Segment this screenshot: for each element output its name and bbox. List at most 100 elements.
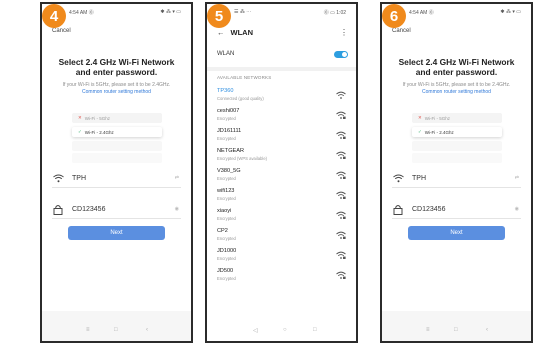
wifi-signal-icon <box>336 211 346 219</box>
wlan-toggle[interactable] <box>334 50 348 58</box>
network-name: JD161111 <box>217 128 242 134</box>
back-icon[interactable]: ‹ <box>486 327 488 333</box>
wifi-name-value: TPH <box>412 174 426 182</box>
check-icon: ✓ <box>78 129 82 134</box>
switch-network-icon[interactable]: ⇄ <box>515 175 519 181</box>
back-icon[interactable]: ‹ <box>146 327 148 333</box>
network-item[interactable]: JD500 Encrypted <box>217 266 348 286</box>
illus-row-5ghz: ✕ Wi-Fi - 5Ghz <box>412 113 502 123</box>
illus-row-24ghz: ✓ Wi-Fi - 2.4Ghz <box>412 127 502 137</box>
router-setting-link[interactable]: Common router setting method <box>82 89 151 95</box>
network-name: NETGEAR <box>217 148 245 154</box>
network-status: Encrypted <box>217 256 236 261</box>
step-badge-4: 4 <box>42 4 66 28</box>
more-options-icon[interactable]: ⋮ <box>340 28 348 37</box>
back-arrow-icon[interactable]: ← <box>217 28 225 37</box>
router-setting-link[interactable]: Common router setting method <box>422 89 491 95</box>
recents-icon[interactable]: □ <box>313 327 317 333</box>
x-icon: ✕ <box>418 115 422 120</box>
wifi-signal-icon <box>336 151 346 159</box>
wifi-icon <box>52 172 64 184</box>
illus-row-placeholder <box>412 153 502 163</box>
wlan-toggle-label: WLAN <box>217 51 235 57</box>
network-item[interactable]: V380_5G Encrypted <box>217 166 348 186</box>
illus-row-24ghz: ✓ Wi-Fi - 2.4Ghz <box>72 127 162 137</box>
home-icon[interactable]: □ <box>114 327 118 333</box>
network-name: ceshi007 <box>217 108 240 114</box>
lock-icon <box>52 203 64 215</box>
wifi-icon <box>392 172 404 184</box>
subtitle: If your Wi-Fi is 5GHz, please set it to … <box>42 82 191 95</box>
cancel-button[interactable]: Cancel <box>392 28 411 34</box>
x-icon: ✕ <box>78 115 82 120</box>
step-badge-6: 6 <box>382 4 406 28</box>
switch-network-icon[interactable]: ⇄ <box>175 175 179 181</box>
home-icon[interactable]: □ <box>454 327 458 333</box>
wifi-name-field[interactable]: TPH ⇄ <box>52 169 181 188</box>
network-status: Encrypted <box>217 176 236 181</box>
network-name: wifi123 <box>217 188 235 194</box>
eye-icon[interactable]: ◉ <box>515 206 519 212</box>
wifi-signal-icon <box>336 111 346 119</box>
password-field[interactable]: CD123456 ◉ <box>392 200 521 219</box>
menu-icon[interactable]: ≡ <box>86 327 90 333</box>
network-item[interactable]: wifi123 Encrypted <box>217 186 348 206</box>
network-status: Encrypted <box>217 276 236 281</box>
next-button[interactable]: Next <box>408 226 505 240</box>
password-field[interactable]: CD123456 ◉ <box>52 200 181 219</box>
network-item[interactable]: xiaoyi Encrypted <box>217 206 348 226</box>
wifi-signal-icon <box>336 131 346 139</box>
network-status: Encrypted <box>217 116 236 121</box>
wifi-signal-icon <box>336 191 346 199</box>
next-button[interactable]: Next <box>68 226 165 240</box>
network-item[interactable]: ceshi007 Encrypted <box>217 106 348 126</box>
network-status: Encrypted <box>217 216 236 221</box>
eye-icon[interactable]: ◉ <box>175 206 179 212</box>
phone-step-5: 5 ☰ ⁂ ⋯ ⓪ ▭ 1:02 ← WLAN ⋮ WLAN AVAILABLE N… <box>205 2 358 343</box>
wifi-illustration: ✕ Wi-Fi - 5Ghz ✓ Wi-Fi - 2.4Ghz <box>410 107 504 163</box>
wifi-name-field[interactable]: TPH ⇄ <box>392 169 521 188</box>
subtitle-text: If your Wi-Fi is 5GHz, please set it to … <box>402 82 511 88</box>
wifi-name-value: TPH <box>72 174 86 182</box>
cancel-button[interactable]: Cancel <box>52 28 71 34</box>
subtitle-text: If your Wi-Fi is 5GHz, please set it to … <box>62 82 171 88</box>
page-title: Select 2.4 GHz Wi-Fi Network and enter p… <box>398 57 515 77</box>
wifi-illustration: ✕ Wi-Fi - 5Ghz ✓ Wi-Fi - 2.4Ghz <box>70 107 164 163</box>
network-name: CP2 <box>217 228 228 234</box>
page-title: Select 2.4 GHz Wi-Fi Network and enter p… <box>58 57 175 77</box>
home-icon[interactable]: ○ <box>283 327 287 333</box>
network-name: xiaoyi <box>217 208 232 214</box>
page-title: ← WLAN <box>217 28 253 37</box>
nav-bar: ≡ □ ‹ <box>42 327 191 337</box>
illus-row-placeholder <box>412 141 502 151</box>
network-item[interactable]: NETGEAR Encrypted (WPS available) <box>217 146 348 166</box>
check-icon: ✓ <box>418 129 422 134</box>
network-status: Encrypted <box>217 236 236 241</box>
lock-icon <box>392 203 404 215</box>
back-icon[interactable]: ◁ <box>253 327 258 334</box>
network-item[interactable]: JD161111 Encrypted <box>217 126 348 146</box>
network-item[interactable]: JD1000 Encrypted <box>217 246 348 266</box>
network-status: Encrypted <box>217 136 236 141</box>
password-value: CD123456 <box>412 205 446 213</box>
nav-bar: ◁ ○ □ <box>207 327 356 337</box>
illus-row-placeholder <box>72 153 162 163</box>
network-status: Connected (good quality) <box>217 96 264 101</box>
wifi-signal-icon <box>336 231 346 239</box>
illus-row-5ghz: ✕ Wi-Fi - 5Ghz <box>72 113 162 123</box>
menu-icon[interactable]: ≡ <box>426 327 430 333</box>
network-name: TP360 <box>217 88 234 94</box>
wifi-signal-icon <box>336 91 346 99</box>
step-badge-5: 5 <box>207 4 231 28</box>
wifi-signal-icon <box>336 251 346 259</box>
subtitle: If your Wi-Fi is 5GHz, please set it to … <box>382 82 531 95</box>
phone-step-4: 4 4:54 AM ⓪ ✱ ⁂ ▾ ▭ Cancel Select 2.4 GHz… <box>40 2 193 343</box>
illus-row-placeholder <box>72 141 162 151</box>
network-name: JD1000 <box>217 248 237 254</box>
divider <box>207 67 356 71</box>
network-item[interactable]: CP2 Encrypted <box>217 226 348 246</box>
wlan-toggle-row[interactable]: WLAN <box>217 48 348 60</box>
network-item[interactable]: TP360 Connected (good quality) <box>217 86 348 106</box>
password-value: CD123456 <box>72 205 106 213</box>
network-status: Encrypted (WPS available) <box>217 156 268 161</box>
